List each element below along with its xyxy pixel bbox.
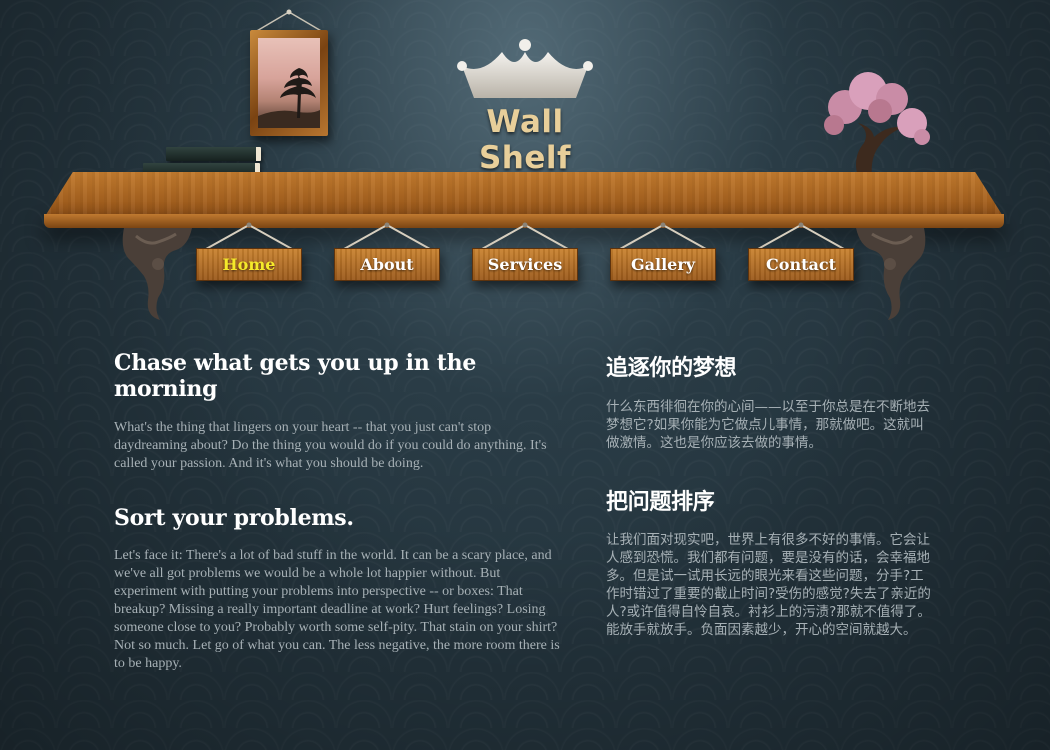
shelf-bracket-left [122,228,192,320]
section-heading: Chase what gets you up in the morning [114,350,477,402]
content-left-column: Chase what gets you up in the morning Wh… [114,350,564,673]
nav-link-services[interactable]: Services [472,248,578,281]
section-heading: Sort your problems. [114,505,354,531]
nav-item-about[interactable]: About [334,222,440,284]
section-body: 什么东西徘徊在你的心间——以至于你总是在不断地去梦想它?如果你能为它做点儿事情，… [606,399,930,451]
nav-link-contact[interactable]: Contact [748,248,854,281]
section-body: Let's face it: There's a lot of bad stuf… [114,548,560,671]
content-right-column: 追逐你的梦想 什么东西徘徊在你的心间——以至于你总是在不断地去梦想它?如果你能为… [606,350,936,639]
nav-item-gallery[interactable]: Gallery [610,222,716,284]
section-heading: 把问题排序 [606,489,715,515]
logo-text: Wall Shelf [478,104,572,176]
site-logo[interactable]: Wall Shelf [440,36,610,176]
picture-frame [250,30,328,136]
nav-item-services[interactable]: Services [472,222,578,284]
nav-link-gallery[interactable]: Gallery [610,248,716,281]
tree-painting [258,38,320,128]
book [166,147,261,161]
nav-item-home[interactable]: Home [196,222,302,284]
nav-link-home[interactable]: Home [196,248,302,281]
nav-item-contact[interactable]: Contact [748,222,854,284]
shelf-bracket-right [856,228,926,320]
section-heading: 追逐你的梦想 [606,355,737,381]
section-body: What's the thing that lingers on your he… [114,420,547,471]
section-body: 让我们面对现实吧，世界上有很多不好的事情。它会让人感到恐慌。我们都有问题，要是没… [606,532,931,638]
nav-link-about[interactable]: About [334,248,440,281]
crown-icon [457,39,593,98]
